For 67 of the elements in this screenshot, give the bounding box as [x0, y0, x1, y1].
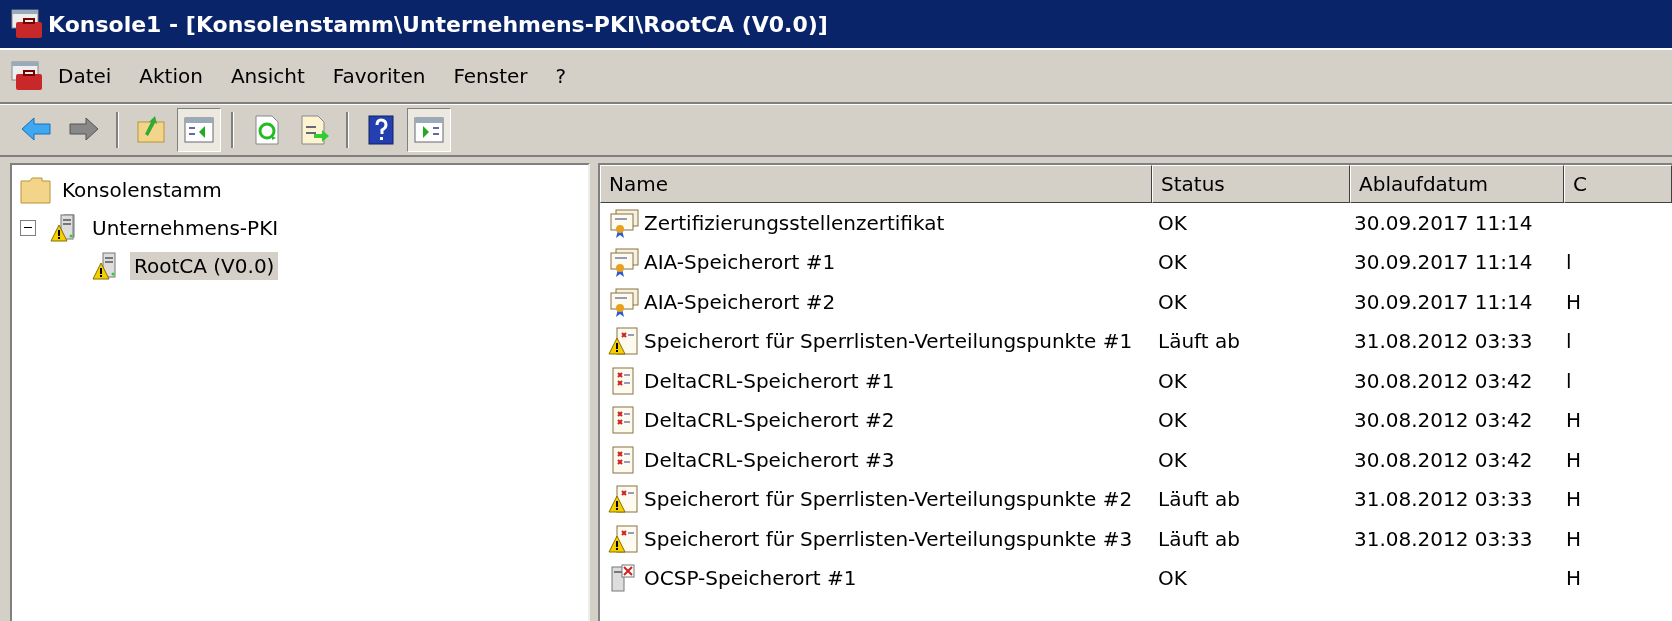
expiry-date: 31.08.2012 03:33 [1354, 329, 1533, 354]
expiry-date: 30.09.2017 11:14 [1354, 210, 1533, 235]
status-text: OK [1158, 368, 1187, 393]
list-item-name[interactable]: OCSP-Speicherort #1 [644, 566, 857, 591]
table-cell: H [1566, 408, 1582, 433]
list-item-name[interactable]: AIA-Speicherort #2 [644, 289, 836, 314]
status-text: OK [1158, 210, 1187, 235]
status-text: Läuft ab [1158, 487, 1240, 512]
list-item-name[interactable]: Speicherort für Sperrlisten-Verteilungspunkte #2 [644, 487, 1133, 512]
menu-item[interactable]: Aktion [125, 60, 217, 92]
revocation-list-warning-icon [608, 484, 640, 515]
console-icon [10, 8, 44, 40]
list-item-name[interactable]: Zertifizierungsstellenzertifikat [644, 210, 945, 235]
table-cell: H [1566, 566, 1582, 591]
list-item-name[interactable]: DeltaCRL-Speicherort #1 [644, 368, 895, 393]
expiry-date: 30.09.2017 11:14 [1354, 289, 1533, 314]
list-item-name[interactable]: AIA-Speicherort #1 [644, 250, 836, 275]
tree-item[interactable]: Unternehmens-PKI [88, 214, 283, 242]
certificate-icon [608, 286, 640, 317]
list-item-name[interactable]: Speicherort für Sperrlisten-Verteilungspunkte #3 [644, 526, 1133, 551]
table-cell: l [1566, 250, 1572, 275]
table-cell: H [1566, 526, 1582, 551]
certificate-icon [608, 247, 640, 278]
show-tree-icon [183, 114, 215, 146]
column-header[interactable]: Status [1152, 165, 1350, 203]
menu-item[interactable]: Fenster [439, 60, 542, 92]
table-cell: H [1566, 447, 1582, 472]
list-item-name[interactable]: Speicherort für Sperrlisten-Verteilungspunkte #1 [644, 329, 1133, 354]
expiry-date: 31.08.2012 03:33 [1354, 526, 1533, 551]
column-header[interactable]: Ablaufdatum [1350, 165, 1564, 203]
status-text: OK [1158, 408, 1187, 433]
table-cell: l [1566, 368, 1572, 393]
show-action-pane-icon [413, 114, 445, 146]
menu-item[interactable]: Datei [44, 60, 126, 92]
table-cell: l [1566, 329, 1572, 354]
console-icon [10, 60, 44, 92]
tree-item[interactable]: Konsolenstamm [58, 176, 226, 204]
table-cell: H [1566, 289, 1582, 314]
certificate-icon [608, 207, 640, 238]
menu-item[interactable]: ? [541, 60, 581, 92]
expiry-date: 30.08.2012 03:42 [1354, 408, 1533, 433]
folder-up-icon [135, 114, 167, 146]
status-text: OK [1158, 289, 1187, 314]
collapse-toggle[interactable] [20, 220, 36, 236]
window-title: Konsole1 - [Konsolenstamm\Unternehmens-PKI\RootCA (V0.0)] [48, 11, 828, 37]
status-text: OK [1158, 250, 1187, 275]
expiry-date: 30.09.2017 11:14 [1354, 250, 1533, 275]
column-header[interactable]: C [1564, 165, 1672, 203]
status-text: Läuft ab [1158, 526, 1240, 551]
status-text: OK [1158, 447, 1187, 472]
help-icon [365, 114, 397, 146]
list-item-name[interactable]: DeltaCRL-Speicherort #2 [644, 408, 895, 433]
expiry-date: 30.08.2012 03:42 [1354, 447, 1533, 472]
tree-item[interactable]: RootCA (V0.0) [130, 252, 279, 280]
status-text: OK [1158, 566, 1187, 591]
folder-icon [20, 175, 52, 205]
expiry-date: 31.08.2012 03:33 [1354, 487, 1533, 512]
expiry-date: 30.08.2012 03:42 [1354, 368, 1533, 393]
revocation-list-warning-icon [608, 523, 640, 554]
menu-item[interactable]: Favoriten [318, 60, 440, 92]
export-list-icon [298, 114, 330, 146]
status-text: Läuft ab [1158, 329, 1240, 354]
table-cell: H [1566, 487, 1582, 512]
revocation-list-warning-icon [608, 326, 640, 357]
list-item-name[interactable]: DeltaCRL-Speicherort #3 [644, 447, 895, 472]
menu-item[interactable]: Ansicht [216, 60, 319, 92]
column-header[interactable]: Name [600, 165, 1152, 203]
